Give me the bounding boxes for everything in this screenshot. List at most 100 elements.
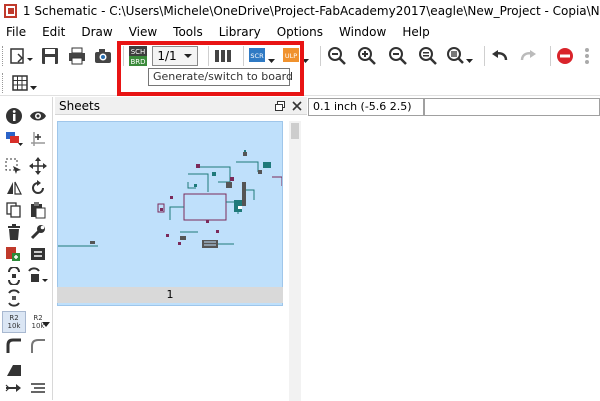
- replace-icon: [8, 267, 20, 285]
- zoom-out-icon: [388, 47, 407, 65]
- open-file-icon: [10, 48, 33, 64]
- rotate-icon: [32, 180, 44, 194]
- sheet-thumbnail[interactable]: [57, 121, 283, 306]
- sch-label: SCH: [131, 48, 146, 56]
- split-tool[interactable]: [2, 335, 26, 357]
- zoom-select-icon: [446, 47, 473, 64]
- zoom-in-button[interactable]: [355, 44, 379, 68]
- split-icon: [6, 338, 21, 353]
- ulp-label: ULP: [285, 52, 297, 60]
- window-title: 1 Schematic - C:\Users\Michele\OneDrive\…: [22, 4, 600, 18]
- schematic-canvas[interactable]: [308, 118, 600, 400]
- add-part-tool[interactable]: [2, 243, 26, 265]
- main-toolbar: SCH BRD 1/1 SCR ULP: [0, 42, 600, 70]
- trash-icon: [8, 224, 20, 240]
- change-tool[interactable]: [26, 221, 50, 243]
- stop-button[interactable]: [554, 44, 574, 68]
- invoke-tool[interactable]: [2, 287, 26, 309]
- sheets-icon: [214, 50, 231, 62]
- delete-tool[interactable]: [2, 221, 26, 243]
- close-panel-button[interactable]: [290, 99, 304, 113]
- close-icon: [292, 100, 302, 111]
- gate-swap-icon: [28, 267, 48, 282]
- open-dropdown-button[interactable]: [8, 44, 34, 68]
- menu-draw[interactable]: Draw: [73, 22, 120, 42]
- zoom-select-dropdown[interactable]: [446, 44, 474, 68]
- menu-options[interactable]: Options: [269, 22, 331, 42]
- menu-library[interactable]: Library: [211, 22, 269, 42]
- paste-tool[interactable]: [26, 199, 50, 221]
- toolbar-separator: [549, 46, 551, 66]
- chevron-down-icon: [183, 54, 192, 58]
- sheets-dropdown-button[interactable]: [213, 44, 233, 68]
- zoom-redraw-button[interactable]: [416, 44, 440, 68]
- save-button[interactable]: [40, 44, 60, 68]
- undo-button[interactable]: [489, 44, 511, 68]
- arrow-route-icon: [5, 384, 21, 392]
- print-button[interactable]: [66, 44, 86, 68]
- gate-swap-tool[interactable]: [26, 265, 50, 287]
- coordinate-display: 0.1 inch (-5.6 2.5): [308, 98, 424, 116]
- mirror-icon: [7, 181, 22, 195]
- grid-icon: [12, 75, 37, 91]
- more-options-button[interactable]: [581, 44, 594, 68]
- switch-to-board-button[interactable]: SCH BRD: [128, 44, 148, 68]
- sheet-select[interactable]: 1/1: [152, 46, 198, 66]
- route-tool[interactable]: [2, 377, 26, 399]
- sheets-panel: Sheets 1: [55, 97, 307, 401]
- miter-icon: [31, 339, 45, 353]
- more-vertical-icon: [585, 48, 590, 64]
- copy-tool[interactable]: [2, 199, 26, 221]
- sheets-panel-title: Sheets: [59, 98, 100, 113]
- paste-icon: [31, 202, 46, 219]
- move-tool[interactable]: [26, 155, 50, 177]
- eye-icon: [30, 111, 46, 121]
- menu-help[interactable]: Help: [394, 22, 437, 42]
- menu-edit[interactable]: Edit: [34, 22, 73, 42]
- value-tool[interactable]: R2 10k: [2, 311, 26, 333]
- secondary-toolbar: [0, 70, 600, 96]
- zoom-out-button[interactable]: [385, 44, 409, 68]
- group-select-tool[interactable]: [2, 155, 26, 177]
- board-tooltip: Generate/switch to board: [148, 68, 293, 86]
- menu-view[interactable]: View: [121, 22, 165, 42]
- r2-label-secondary: R2: [33, 314, 43, 322]
- miter-tool[interactable]: [26, 335, 50, 357]
- rotate-tool[interactable]: [26, 177, 50, 199]
- pinswap-tool[interactable]: [26, 243, 50, 265]
- toolbar-separator: [243, 46, 245, 66]
- redo-button[interactable]: [517, 44, 539, 68]
- grid-dropdown-button[interactable]: [12, 73, 38, 93]
- brd-label: BRD: [131, 58, 146, 66]
- mirror-tool[interactable]: [2, 177, 26, 199]
- display-layers-tool[interactable]: [2, 128, 26, 150]
- scrollbar-thumb[interactable]: [291, 123, 299, 139]
- value-dropdown-tool[interactable]: R2 10k: [26, 311, 50, 333]
- camera-icon: [95, 49, 112, 63]
- mark-tool[interactable]: [26, 128, 50, 150]
- invoke-icon: [8, 289, 20, 307]
- menu-file[interactable]: File: [0, 22, 34, 42]
- replace-tool[interactable]: [2, 265, 26, 287]
- sheet-select-value: 1/1: [157, 49, 177, 63]
- align-lines-icon: [31, 383, 45, 393]
- align-tool[interactable]: [26, 377, 50, 399]
- command-line-input[interactable]: [424, 98, 600, 116]
- undock-button[interactable]: [273, 99, 287, 113]
- mark-origin-icon: [31, 132, 45, 146]
- cam-processor-button[interactable]: [93, 44, 113, 68]
- redo-icon: [521, 50, 537, 61]
- show-tool[interactable]: [26, 105, 50, 127]
- schematic-preview: [58, 150, 283, 248]
- info-tool[interactable]: [2, 105, 26, 127]
- wrench-icon: [30, 225, 45, 240]
- menu-window[interactable]: Window: [331, 22, 394, 42]
- run-ulp-button[interactable]: ULP: [282, 44, 310, 68]
- zoom-redraw-icon: [418, 47, 437, 65]
- menu-tools[interactable]: Tools: [165, 22, 211, 42]
- zoom-to-fit-button[interactable]: [325, 44, 349, 68]
- run-script-button[interactable]: SCR: [248, 44, 276, 68]
- sheets-scrollbar[interactable]: [289, 121, 301, 401]
- save-icon: [42, 48, 59, 64]
- r2-label: R2: [9, 314, 19, 322]
